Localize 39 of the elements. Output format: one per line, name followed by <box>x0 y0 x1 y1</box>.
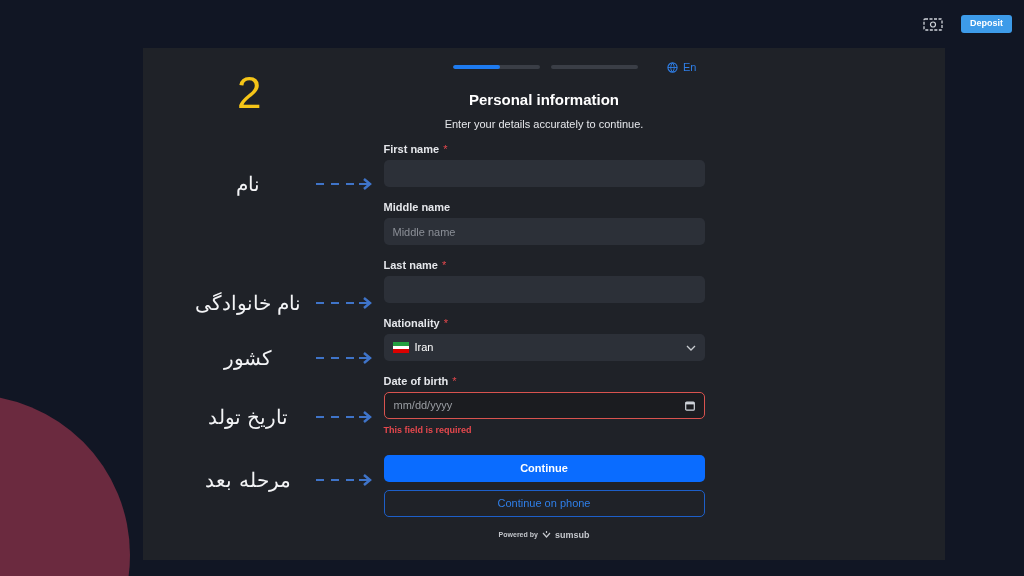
globe-icon[interactable] <box>667 61 679 73</box>
field-label: Nationality <box>383 315 440 331</box>
required-mark: * <box>452 373 457 389</box>
step-number: 2 <box>237 67 262 119</box>
calendar-icon <box>684 400 695 411</box>
chevron-down-icon <box>685 344 696 351</box>
ticket-dollar-icon[interactable] <box>923 17 943 31</box>
required-mark: * <box>443 141 448 157</box>
annotation-text: کشور <box>222 345 273 372</box>
dashed-arrow <box>316 178 374 190</box>
dashed-arrow <box>316 411 374 423</box>
date-field[interactable]: mm/dd/yyyy <box>383 392 705 419</box>
required-mark: * <box>441 257 447 273</box>
date-placeholder: mm/dd/yyyy <box>393 398 454 414</box>
field-label: Date of birth <box>383 373 449 389</box>
dashed-arrow <box>316 297 374 309</box>
annotation-text: نام <box>235 171 261 198</box>
annotation-text: نام خانوادگی <box>193 290 303 317</box>
field-label: Middle name <box>383 199 451 215</box>
field-label: Last name <box>383 257 438 273</box>
flag-icon <box>392 342 409 353</box>
annotation-text: تاریخ تولد <box>206 404 290 431</box>
deposit-button[interactable]: Deposit <box>961 15 1012 33</box>
error-message: This field is required <box>383 424 473 437</box>
language-selector[interactable]: En <box>683 58 697 76</box>
dashed-arrow <box>316 352 374 364</box>
brand-logo-icon <box>541 531 551 540</box>
form-title: Personal information <box>468 90 620 110</box>
text-field[interactable]: Middle name <box>383 218 705 245</box>
select-field[interactable]: Iran <box>383 334 705 361</box>
select-value: Iran <box>414 340 435 356</box>
continue-on-phone-button[interactable]: Continue on phone <box>383 489 705 517</box>
annotation-text: مرحله بعد <box>204 467 292 494</box>
field-label: First name <box>383 141 440 157</box>
required-mark: * <box>443 315 448 331</box>
brand-name: sumsub <box>554 528 590 542</box>
dashed-arrow <box>316 474 374 486</box>
continue-button[interactable]: Continue <box>383 454 705 482</box>
form-subtitle: Enter your details accurately to continue. <box>443 116 645 132</box>
